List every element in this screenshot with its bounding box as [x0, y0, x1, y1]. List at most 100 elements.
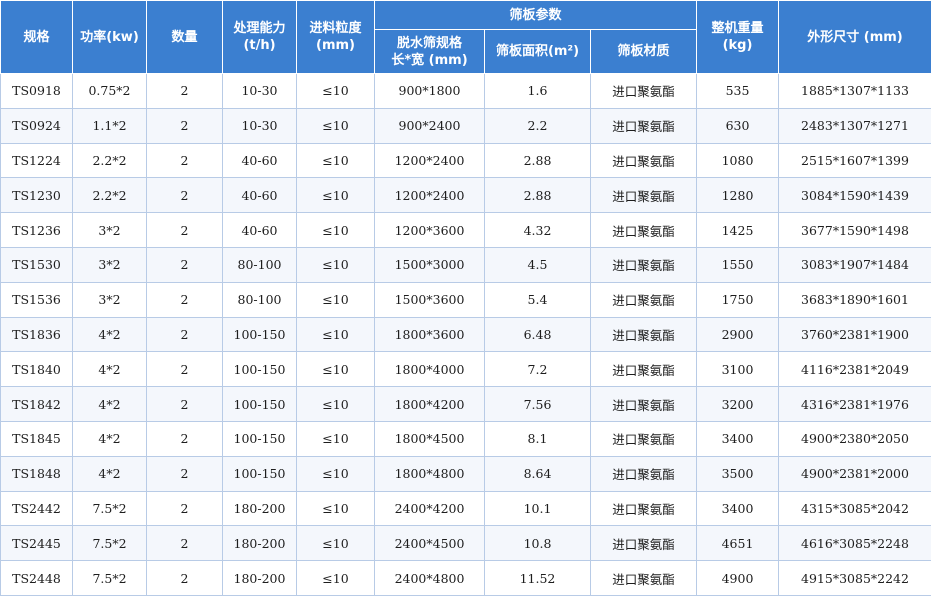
cell-feed: ≤10 [296, 73, 375, 109]
cell-qty: 2 [146, 107, 223, 144]
cell-screen-material: 进口聚氨酯 [590, 351, 697, 388]
header-dims: 外形尺寸 (mm) [778, 0, 931, 74]
header-qty: 数量 [146, 0, 223, 74]
cell-feed: ≤10 [296, 525, 375, 562]
cell-power: 2.2*2 [72, 142, 147, 179]
cell-screen-material: 进口聚氨酯 [590, 142, 697, 179]
cell-dewater-size: 900*2400 [374, 107, 485, 144]
cell-qty: 2 [146, 386, 223, 422]
cell-weight: 4900 [696, 560, 779, 596]
cell-feed: ≤10 [296, 351, 375, 388]
cell-screen-area: 5.4 [484, 281, 591, 318]
cell-screen-material: 进口聚氨酯 [590, 107, 697, 144]
cell-weight: 1280 [696, 177, 779, 214]
cell-weight: 630 [696, 107, 779, 144]
cell-screen-material: 进口聚氨酯 [590, 316, 697, 353]
cell-dimensions: 4316*2381*1976 [778, 386, 931, 422]
cell-screen-area: 4.5 [484, 246, 591, 283]
header-spec: 规格 [0, 0, 73, 74]
cell-capacity: 100-150 [222, 316, 297, 353]
cell-screen-material: 进口聚氨酯 [590, 490, 697, 527]
cell-dimensions: 3677*1590*1498 [778, 212, 931, 248]
cell-weight: 3400 [696, 420, 779, 457]
cell-spec: TS1840 [0, 351, 73, 388]
cell-dimensions: 3084*1590*1439 [778, 177, 931, 214]
table-row: TS0924 1.1*2 2 10-30 ≤10 900*2400 2.2 进口聚氨酯 630 2… [0, 107, 931, 144]
cell-dimensions: 4900*2380*2050 [778, 420, 931, 457]
cell-dimensions: 4915*3085*2242 [778, 560, 931, 596]
cell-capacity: 40-60 [222, 212, 297, 248]
cell-weight: 1750 [696, 281, 779, 318]
cell-screen-area: 8.1 [484, 420, 591, 457]
cell-capacity: 100-150 [222, 455, 297, 492]
cell-qty: 2 [146, 525, 223, 562]
cell-power: 0.75*2 [72, 73, 147, 109]
cell-power: 4*2 [72, 386, 147, 422]
cell-dimensions: 2483*1307*1271 [778, 107, 931, 144]
cell-dewater-size: 1200*3600 [374, 212, 485, 248]
cell-power: 3*2 [72, 246, 147, 283]
cell-power: 4*2 [72, 316, 147, 353]
cell-dewater-size: 1500*3000 [374, 246, 485, 283]
cell-capacity: 180-200 [222, 490, 297, 527]
cell-spec: TS1848 [0, 455, 73, 492]
table-row: TS1840 4*2 2 100-150 ≤10 1800*4000 7.2 进口聚氨酯 310… [0, 351, 931, 388]
cell-screen-material: 进口聚氨酯 [590, 73, 697, 109]
table-row: TS1224 2.2*2 2 40-60 ≤10 1200*2400 2.88 进口聚氨酯 10… [0, 142, 931, 179]
cell-dimensions: 3083*1907*1484 [778, 246, 931, 283]
header-capacity: 处理能力 (t/h) [222, 0, 297, 74]
cell-feed: ≤10 [296, 107, 375, 144]
table-row: TS1845 4*2 2 100-150 ≤10 1800*4500 8.1 进口聚氨酯 340… [0, 420, 931, 457]
cell-spec: TS1536 [0, 281, 73, 318]
cell-screen-material: 进口聚氨酯 [590, 455, 697, 492]
cell-capacity: 80-100 [222, 281, 297, 318]
cell-power: 2.2*2 [72, 177, 147, 214]
table-row: TS1836 4*2 2 100-150 ≤10 1800*3600 6.48 进口聚氨酯 29… [0, 316, 931, 353]
cell-feed: ≤10 [296, 386, 375, 422]
cell-power: 7.5*2 [72, 560, 147, 596]
table-row: TS0918 0.75*2 2 10-30 ≤10 900*1800 1.6 进口聚氨酯 535… [0, 73, 931, 109]
cell-screen-material: 进口聚氨酯 [590, 420, 697, 457]
cell-feed: ≤10 [296, 316, 375, 353]
cell-spec: TS0918 [0, 73, 73, 109]
cell-dimensions: 3683*1890*1601 [778, 281, 931, 318]
cell-screen-material: 进口聚氨酯 [590, 386, 697, 422]
cell-dewater-size: 2400*4500 [374, 525, 485, 562]
cell-spec: TS1230 [0, 177, 73, 214]
cell-weight: 1080 [696, 142, 779, 179]
cell-dimensions: 4315*3085*2042 [778, 490, 931, 527]
cell-dimensions: 4900*2381*2000 [778, 455, 931, 492]
cell-dewater-size: 900*1800 [374, 73, 485, 109]
cell-screen-area: 2.2 [484, 107, 591, 144]
header-power: 功率(kw) [72, 0, 147, 74]
cell-weight: 1425 [696, 212, 779, 248]
table-row: TS1848 4*2 2 100-150 ≤10 1800*4800 8.64 进口聚氨酯 35… [0, 455, 931, 492]
cell-screen-area: 10.8 [484, 525, 591, 562]
table-row: TS1842 4*2 2 100-150 ≤10 1800*4200 7.56 进口聚氨酯 32… [0, 386, 931, 422]
cell-weight: 3200 [696, 386, 779, 422]
cell-dewater-size: 1200*2400 [374, 177, 485, 214]
cell-dimensions: 2515*1607*1399 [778, 142, 931, 179]
cell-weight: 4651 [696, 525, 779, 562]
cell-screen-area: 6.48 [484, 316, 591, 353]
header-material: 筛板材质 [590, 29, 697, 74]
cell-screen-material: 进口聚氨酯 [590, 246, 697, 283]
cell-dewater-size: 1800*3600 [374, 316, 485, 353]
cell-spec: TS1530 [0, 246, 73, 283]
cell-feed: ≤10 [296, 142, 375, 179]
cell-dewater-size: 1800*4200 [374, 386, 485, 422]
cell-capacity: 100-150 [222, 351, 297, 388]
cell-qty: 2 [146, 420, 223, 457]
header-weight: 整机重量 (kg) [696, 0, 779, 74]
cell-feed: ≤10 [296, 281, 375, 318]
cell-power: 3*2 [72, 212, 147, 248]
cell-screen-material: 进口聚氨酯 [590, 525, 697, 562]
cell-feed: ≤10 [296, 490, 375, 527]
cell-capacity: 100-150 [222, 386, 297, 422]
cell-capacity: 40-60 [222, 142, 297, 179]
cell-capacity: 10-30 [222, 73, 297, 109]
cell-spec: TS1224 [0, 142, 73, 179]
cell-dimensions: 4616*3085*2248 [778, 525, 931, 562]
cell-weight: 3500 [696, 455, 779, 492]
cell-screen-material: 进口聚氨酯 [590, 212, 697, 248]
